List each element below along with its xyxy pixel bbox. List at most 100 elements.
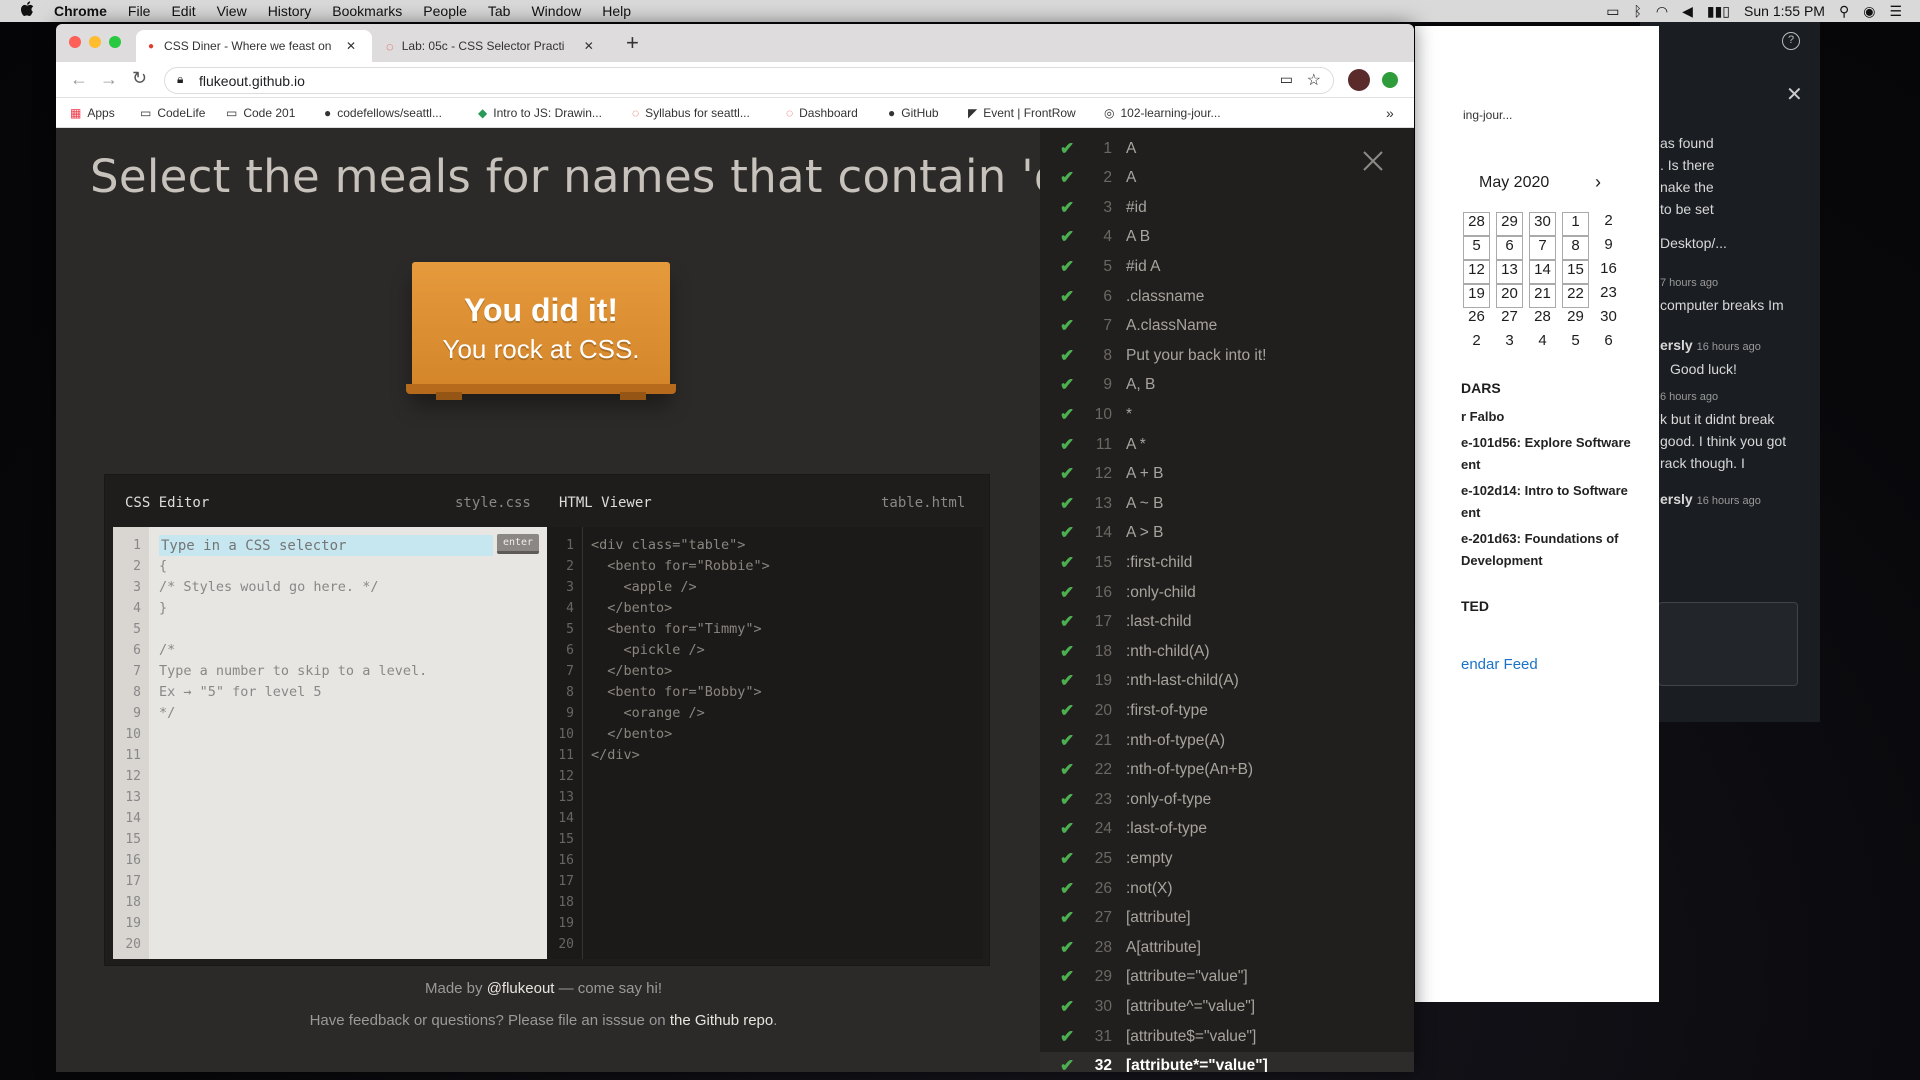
calendar-day[interactable]: 1: [1562, 212, 1589, 236]
calendar-entry[interactable]: ent: [1461, 502, 1631, 524]
calendar-day[interactable]: 5: [1562, 332, 1589, 356]
level-item[interactable]: ✔ 24:last-of-type: [1040, 815, 1414, 844]
level-item[interactable]: ✔ 12 A + B: [1040, 460, 1414, 489]
bookmark-frontrow[interactable]: ◤ Event | FrontRow: [968, 106, 1076, 120]
calendar-day[interactable]: 4: [1529, 332, 1556, 356]
message-composer[interactable]: [1658, 602, 1798, 686]
calendar-entry[interactable]: ent: [1461, 454, 1631, 476]
star-icon[interactable]: ☆: [1307, 70, 1321, 90]
menu-edit[interactable]: Edit: [171, 3, 195, 19]
forward-icon[interactable]: →: [100, 69, 118, 90]
calendar-day[interactable]: 3: [1496, 332, 1523, 356]
author-link[interactable]: @flukeout: [487, 980, 555, 997]
help-icon[interactable]: ?: [1782, 32, 1800, 50]
calendar-day[interactable]: 12: [1463, 260, 1490, 284]
level-item[interactable]: ✔ 11 A *: [1040, 430, 1414, 459]
wifi-icon[interactable]: ◠: [1656, 3, 1668, 20]
level-item[interactable]: ✔ 6 .classname: [1040, 282, 1414, 311]
minimize-window-button[interactable]: [89, 36, 101, 48]
menu-history[interactable]: History: [268, 3, 312, 19]
level-item[interactable]: ✔ 29 [attribute="value"]: [1040, 963, 1414, 992]
menu-file[interactable]: File: [128, 3, 151, 19]
tab-lab[interactable]: ◌ Lab: 05c - CSS Selector Practi ✕: [374, 30, 610, 62]
calendar-day[interactable]: 28: [1463, 212, 1490, 236]
level-item[interactable]: ✔ 23:only-of-type: [1040, 785, 1414, 814]
close-tab-icon[interactable]: ✕: [584, 39, 594, 53]
level-item[interactable]: ✔ 16:only-child: [1040, 578, 1414, 607]
clock[interactable]: Sun 1:55 PM: [1744, 3, 1825, 19]
level-item[interactable]: ✔ 13 A ~ B: [1040, 489, 1414, 518]
calendar-day[interactable]: 7: [1529, 236, 1556, 260]
level-item[interactable]: ✔ 2 A: [1040, 164, 1414, 193]
level-item[interactable]: ✔ 7 A.className: [1040, 312, 1414, 341]
menu-app-name[interactable]: Chrome: [54, 3, 107, 19]
level-item[interactable]: ✔ 28 A[attribute]: [1040, 933, 1414, 962]
menu-people[interactable]: People: [423, 3, 467, 19]
bookmark-syllabus[interactable]: ◌ Syllabus for seattl...: [632, 106, 750, 120]
level-item[interactable]: ✔ 14 A > B: [1040, 519, 1414, 548]
screen-mirror-icon[interactable]: ▭: [1606, 3, 1619, 20]
notification-center-icon[interactable]: ☰: [1889, 3, 1902, 20]
calendar-entry[interactable]: e-201d63: Foundations of: [1461, 528, 1631, 550]
level-item[interactable]: ✔ 31 [attribute$="value"]: [1040, 1022, 1414, 1051]
bookmark-apps[interactable]: ▦ Apps: [70, 106, 115, 120]
calendar-day[interactable]: 2: [1595, 212, 1622, 236]
bookmark-learning-journal[interactable]: ◎ 102-learning-jour...: [1104, 106, 1221, 120]
apple-menu-icon[interactable]: [20, 1, 38, 21]
sender-name[interactable]: ersly: [1660, 491, 1693, 507]
tab-css-diner[interactable]: ● CSS Diner - Where we feast on ✕: [136, 30, 372, 62]
level-item[interactable]: ✔ 8 Put your back into it!: [1040, 341, 1414, 370]
new-tab-button[interactable]: +: [626, 30, 639, 56]
calendar-entry[interactable]: e-102d14: Intro to Software: [1461, 480, 1631, 502]
bookmark-github[interactable]: ● GitHub: [888, 106, 939, 120]
bookmark-code201[interactable]: ▭ Code 201: [226, 106, 295, 120]
bookmark-codelife[interactable]: ▭ CodeLife: [140, 106, 205, 120]
bookmark-dashboard[interactable]: ◌ Dashboard: [786, 106, 858, 120]
calendar-day[interactable]: 23: [1595, 284, 1622, 308]
calendar-day[interactable]: 5: [1463, 236, 1490, 260]
close-window-button[interactable]: [69, 36, 81, 48]
reload-icon[interactable]: ↻: [132, 68, 147, 89]
siri-icon[interactable]: ◉: [1863, 3, 1875, 20]
bookmark-codefellows[interactable]: ● codefellows/seattl...: [324, 106, 442, 120]
menu-bookmarks[interactable]: Bookmarks: [332, 3, 402, 19]
spotlight-icon[interactable]: ⚲: [1839, 3, 1849, 20]
enter-button[interactable]: enter: [497, 534, 539, 554]
calendar-day[interactable]: 20: [1496, 284, 1523, 308]
calendar-day[interactable]: 6: [1595, 332, 1622, 356]
volume-icon[interactable]: ◀: [1682, 3, 1693, 20]
calendar-day[interactable]: 15: [1562, 260, 1589, 284]
calendar-feed-link[interactable]: endar Feed: [1461, 656, 1538, 673]
level-item[interactable]: ✔ 15:first-child: [1040, 548, 1414, 577]
level-item[interactable]: ✔ 1 A: [1040, 134, 1414, 163]
calendar-day[interactable]: 27: [1496, 308, 1523, 332]
close-icon[interactable]: [1362, 150, 1384, 172]
level-item[interactable]: ✔ 5 #id A: [1040, 252, 1414, 281]
avatar[interactable]: [1348, 69, 1370, 91]
zoom-window-button[interactable]: [109, 36, 121, 48]
level-item[interactable]: ✔ 17:last-child: [1040, 608, 1414, 637]
level-item[interactable]: ✔ 32 [attribute*="value"]: [1040, 1051, 1414, 1072]
calendar-day[interactable]: 28: [1529, 308, 1556, 332]
more-bookmarks-icon[interactable]: »: [1386, 105, 1394, 121]
calendar-entry[interactable]: e-101d56: Explore Software: [1461, 432, 1631, 454]
calendar-day[interactable]: 21: [1529, 284, 1556, 308]
bookmark-fragment[interactable]: ing-jour...: [1463, 108, 1512, 122]
calendar-day[interactable]: 6: [1496, 236, 1523, 260]
back-icon[interactable]: ←: [70, 69, 88, 90]
level-item[interactable]: ✔ 30 [attribute^="value"]: [1040, 992, 1414, 1021]
calendar-day[interactable]: 19: [1463, 284, 1490, 308]
level-item[interactable]: ✔ 27 [attribute]: [1040, 904, 1414, 933]
calendar-day[interactable]: 14: [1529, 260, 1556, 284]
menu-window[interactable]: Window: [531, 3, 581, 19]
calendar-day[interactable]: 16: [1595, 260, 1622, 284]
github-repo-link[interactable]: the Github repo: [670, 1012, 773, 1029]
calendar-day[interactable]: 13: [1496, 260, 1523, 284]
calendar-entry[interactable]: r Falbo: [1461, 406, 1631, 428]
calendar-day[interactable]: 30: [1595, 308, 1622, 332]
calendar-day[interactable]: 2: [1463, 332, 1490, 356]
level-item[interactable]: ✔ 25:empty: [1040, 844, 1414, 873]
calendar-day[interactable]: 9: [1595, 236, 1622, 260]
calendar-day[interactable]: 30: [1529, 212, 1556, 236]
level-item[interactable]: ✔ 22:nth-of-type(An+B): [1040, 756, 1414, 785]
